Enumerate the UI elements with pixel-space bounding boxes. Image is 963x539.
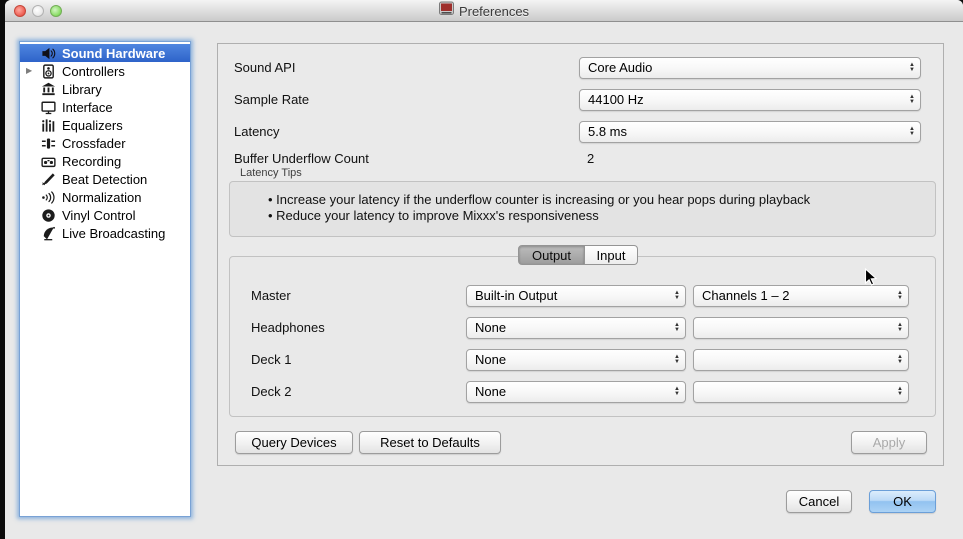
disclosure-triangle-icon[interactable]: ▶	[20, 62, 37, 80]
preferences-sidebar: Sound Hardware ▶ Controllers Library Int…	[19, 41, 191, 517]
sidebar-item-beat-detection[interactable]: Beat Detection	[20, 170, 190, 188]
satellite-icon	[37, 226, 59, 241]
crossfader-icon	[37, 136, 59, 151]
sidebar-item-sound-hardware[interactable]: Sound Hardware	[20, 44, 190, 62]
latency-label: Latency	[234, 121, 280, 143]
latency-tips-box: • Increase your latency if the underflow…	[229, 181, 936, 237]
sidebar-item-equalizers[interactable]: Equalizers	[20, 116, 190, 134]
deck1-channel-select[interactable]: ▲▼	[693, 349, 909, 371]
sidebar-item-crossfader[interactable]: Crossfader	[20, 134, 190, 152]
stepper-arrows-icon: ▲▼	[674, 291, 680, 301]
headphones-channel-select[interactable]: ▲▼	[693, 317, 909, 339]
sidebar-item-label: Sound Hardware	[62, 46, 165, 61]
sidebar-item-label: Equalizers	[62, 118, 123, 133]
tab-output[interactable]: Output	[518, 245, 585, 265]
preferences-window: Preferences Sound Hardware ▶ Controllers…	[5, 0, 963, 539]
deck1-device-select[interactable]: None ▲▼	[466, 349, 686, 371]
vinyl-icon	[37, 208, 59, 223]
reset-to-defaults-button[interactable]: Reset to Defaults	[359, 431, 501, 454]
stepper-arrows-icon: ▲▼	[674, 323, 680, 333]
sidebar-item-label: Live Broadcasting	[62, 226, 165, 241]
stepper-arrows-icon: ▲▼	[909, 127, 915, 137]
query-devices-button[interactable]: Query Devices	[235, 431, 353, 454]
recorder-icon	[37, 154, 59, 169]
apply-button[interactable]: Apply	[851, 431, 927, 454]
headphones-label: Headphones	[251, 317, 325, 339]
sidebar-item-label: Beat Detection	[62, 172, 147, 187]
stepper-arrows-icon: ▲▼	[909, 63, 915, 73]
titlebar: Preferences	[5, 0, 963, 22]
app-icon	[439, 1, 454, 21]
io-tab-bar: Output Input	[518, 245, 638, 265]
sample-rate-select[interactable]: 44100 Hz ▲▼	[579, 89, 921, 111]
latency-tips-title: Latency Tips	[240, 167, 302, 179]
sidebar-item-label: Vinyl Control	[62, 208, 135, 223]
sidebar-item-label: Library	[62, 82, 102, 97]
sidebar-item-label: Crossfader	[62, 136, 126, 151]
controller-icon	[37, 64, 59, 79]
master-device-select[interactable]: Built-in Output ▲▼	[466, 285, 686, 307]
equalizer-icon	[37, 118, 59, 133]
sidebar-item-label: Interface	[62, 100, 113, 115]
sidebar-item-label: Controllers	[62, 64, 125, 79]
stepper-arrows-icon: ▲▼	[909, 95, 915, 105]
deck2-label: Deck 2	[251, 381, 291, 403]
soundwave-icon	[37, 190, 59, 205]
monitor-icon	[37, 100, 59, 115]
sidebar-item-library[interactable]: Library	[20, 80, 190, 98]
pencil-icon	[37, 172, 59, 187]
stepper-arrows-icon: ▲▼	[897, 387, 903, 397]
master-label: Master	[251, 285, 291, 307]
sidebar-item-live-broadcasting[interactable]: Live Broadcasting	[20, 224, 190, 242]
latency-select[interactable]: 5.8 ms ▲▼	[579, 121, 921, 143]
sidebar-item-label: Normalization	[62, 190, 141, 205]
deck2-channel-select[interactable]: ▲▼	[693, 381, 909, 403]
sound-api-select[interactable]: Core Audio ▲▼	[579, 57, 921, 79]
deck1-label: Deck 1	[251, 349, 291, 371]
window-title: Preferences	[459, 4, 529, 19]
deck2-device-select[interactable]: None ▲▼	[466, 381, 686, 403]
sound-api-label: Sound API	[234, 57, 295, 79]
stepper-arrows-icon: ▲▼	[897, 355, 903, 365]
master-channel-select[interactable]: Channels 1 – 2 ▲▼	[693, 285, 909, 307]
headphones-device-select[interactable]: None ▲▼	[466, 317, 686, 339]
sample-rate-label: Sample Rate	[234, 89, 309, 111]
ok-button[interactable]: OK	[869, 490, 936, 513]
stepper-arrows-icon: ▲▼	[674, 355, 680, 365]
stepper-arrows-icon: ▲▼	[674, 387, 680, 397]
mouse-cursor	[864, 268, 878, 288]
speaker-icon	[37, 46, 59, 61]
sidebar-item-recording[interactable]: Recording	[20, 152, 190, 170]
sidebar-item-interface[interactable]: Interface	[20, 98, 190, 116]
tab-input[interactable]: Input	[585, 245, 638, 265]
latency-tip: • Reduce your latency to improve Mixxx's…	[268, 208, 925, 224]
bank-icon	[37, 82, 59, 97]
cancel-button[interactable]: Cancel	[786, 490, 852, 513]
sidebar-item-label: Recording	[62, 154, 121, 169]
latency-tip: • Increase your latency if the underflow…	[268, 192, 925, 208]
sidebar-item-normalization[interactable]: Normalization	[20, 188, 190, 206]
sidebar-item-vinyl-control[interactable]: Vinyl Control	[20, 206, 190, 224]
stepper-arrows-icon: ▲▼	[897, 291, 903, 301]
buffer-underflow-value: 2	[587, 148, 594, 170]
sound-hardware-pane: Sound API Core Audio ▲▼ Sample Rate 4410…	[217, 43, 944, 466]
stepper-arrows-icon: ▲▼	[897, 323, 903, 333]
title-area: Preferences	[5, 0, 963, 22]
sidebar-item-controllers[interactable]: ▶ Controllers	[20, 62, 190, 80]
